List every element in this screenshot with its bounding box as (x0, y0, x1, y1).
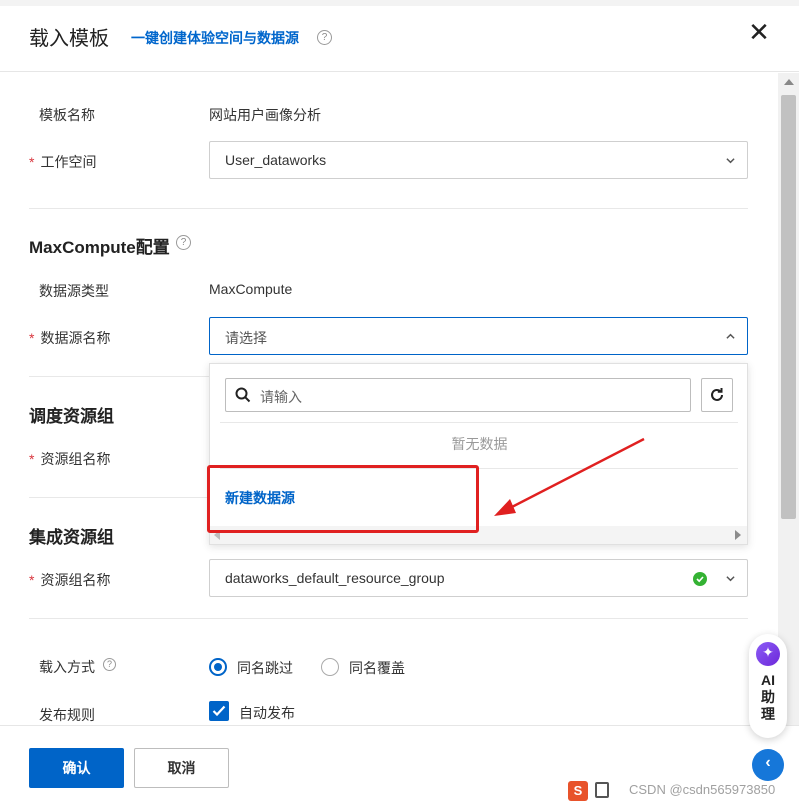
modal-subtitle: 一键创建体验空间与数据源 (131, 30, 299, 46)
schedule-section-title: 调度资源组 (29, 407, 114, 426)
workspace-label-text: 工作空间 (40, 154, 97, 170)
collapse-button[interactable]: ‹ (752, 749, 784, 781)
schedule-group-label-text: 资源组名称 (40, 451, 111, 467)
close-button[interactable]: ✕ (745, 18, 773, 46)
ai-logo-icon: ✦ (756, 642, 780, 666)
help-icon[interactable]: ? (317, 30, 332, 45)
maxcompute-section-title-text: MaxCompute配置 (29, 238, 170, 257)
required-mark: * (29, 572, 35, 588)
ai-assistant-line1: AI (761, 672, 775, 688)
radio-overwrite-same-name[interactable] (321, 658, 339, 676)
radio-skip-label[interactable]: 同名跳过 (237, 658, 293, 678)
required-mark: * (29, 154, 35, 170)
keyboard-tool-icon (595, 782, 609, 798)
integration-group-select[interactable]: dataworks_default_resource_group (209, 559, 748, 597)
workspace-label: * 工作空间 (29, 152, 96, 172)
vertical-scrollbar[interactable] (778, 73, 799, 725)
schedule-group-label: * 资源组名称 (29, 449, 110, 469)
ai-assistant-line3: 理 (761, 706, 775, 722)
annotation-highlight-box (207, 465, 479, 533)
refresh-button[interactable] (701, 378, 733, 412)
modal-body: 模板名称 网站用户画像分析 * 工作空间 User_dataworks MaxCo… (0, 73, 778, 725)
chevron-left-icon: ‹ (765, 754, 771, 771)
maxcompute-section-title: MaxCompute配置 (29, 233, 170, 258)
datasource-type-label: 数据源类型 (39, 283, 109, 299)
load-mode-label-text: 载入方式 (39, 659, 95, 675)
divider (29, 208, 748, 209)
template-name-value: 网站用户画像分析 (209, 107, 321, 123)
ai-assistant-label: AI 助 理 (749, 672, 787, 723)
ai-logo-glyph: ✦ (762, 644, 774, 660)
divider (220, 422, 738, 423)
modal-header: 载入模板 一键创建体验空间与数据源 ? ✕ (0, 6, 799, 72)
datasource-name-select[interactable]: 请选择 (209, 317, 748, 355)
template-name-label: 模板名称 (39, 107, 95, 123)
help-icon[interactable]: ? (176, 235, 191, 250)
help-icon[interactable]: ? (103, 658, 116, 671)
ai-assistant-button[interactable]: ✦ AI 助 理 (749, 634, 787, 738)
sogou-ime-icon: S (568, 781, 588, 801)
confirm-button[interactable]: 确认 (29, 748, 124, 788)
datasource-name-label-text: 数据源名称 (40, 330, 111, 346)
scroll-up-icon[interactable] (784, 79, 794, 85)
scroll-right-icon[interactable] (735, 530, 741, 540)
annotation-arrow-icon (494, 437, 645, 516)
auto-publish-label[interactable]: 自动发布 (239, 703, 295, 723)
check-circle-icon (693, 572, 707, 586)
integration-section-title: 集成资源组 (29, 528, 114, 547)
workspace-select-value: User_dataworks (225, 152, 327, 168)
scrollbar-thumb[interactable] (781, 95, 796, 519)
workspace-select[interactable]: User_dataworks (209, 141, 748, 179)
dropdown-search-input[interactable]: 请输入 (225, 378, 691, 412)
auto-publish-checkbox[interactable] (209, 701, 229, 721)
radio-overwrite-label[interactable]: 同名覆盖 (349, 658, 405, 678)
datasource-type-value: MaxCompute (209, 281, 293, 297)
required-mark: * (29, 330, 35, 346)
ai-assistant-line2: 助 (761, 689, 775, 705)
datasource-name-label: * 数据源名称 (29, 328, 110, 348)
modal-title: 载入模板 (29, 28, 109, 50)
search-placeholder: 请输入 (260, 389, 302, 405)
chevron-down-icon (726, 576, 735, 582)
chevron-up-icon (726, 333, 735, 339)
datasource-name-placeholder: 请选择 (225, 330, 267, 346)
watermark-text: CSDN @csdn565973850 (629, 782, 776, 797)
chevron-down-icon (726, 158, 735, 164)
close-icon: ✕ (748, 17, 770, 47)
integration-group-label-text: 资源组名称 (40, 572, 111, 588)
integration-group-label: * 资源组名称 (29, 570, 110, 590)
search-icon (235, 387, 251, 403)
refresh-icon (711, 388, 723, 401)
publish-rule-label: 发布规则 (39, 707, 95, 723)
integration-group-value: dataworks_default_resource_group (225, 570, 445, 586)
divider (29, 618, 748, 619)
required-mark: * (29, 451, 35, 467)
load-mode-label: 载入方式 (39, 657, 95, 677)
radio-skip-same-name[interactable] (209, 658, 227, 676)
cancel-button[interactable]: 取消 (134, 748, 229, 788)
